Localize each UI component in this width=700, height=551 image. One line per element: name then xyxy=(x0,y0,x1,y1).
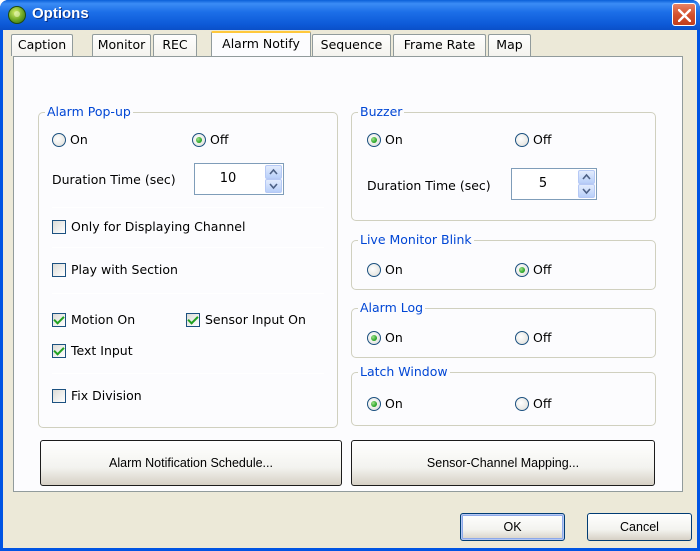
divider xyxy=(52,293,324,294)
tab-caption[interactable]: Caption xyxy=(11,34,73,56)
alarm-popup-title: Alarm Pop-up xyxy=(45,104,133,120)
buzzer-title: Buzzer xyxy=(358,104,405,120)
tab-alarm-notify[interactable]: Alarm Notify xyxy=(211,31,311,56)
tab-monitor[interactable]: Monitor xyxy=(92,34,151,56)
radio-selected-icon xyxy=(367,133,381,147)
checkbox-label: Play with Section xyxy=(71,262,178,277)
spin-up-icon[interactable] xyxy=(578,170,595,184)
radio-selected-icon xyxy=(367,331,381,345)
checkbox-label: Fix Division xyxy=(71,388,142,403)
close-button[interactable] xyxy=(672,3,696,26)
close-icon xyxy=(678,9,691,22)
tab-frame-rate[interactable]: Frame Rate xyxy=(393,34,486,56)
checkbox-label: Sensor Input On xyxy=(205,312,306,327)
title-bar: Options xyxy=(0,0,700,30)
radio-selected-icon xyxy=(192,133,206,147)
sensor-input-on-checkbox[interactable]: Sensor Input On xyxy=(186,311,306,329)
alarm-notification-schedule-button[interactable]: Alarm Notification Schedule... xyxy=(40,440,342,486)
alarm-log-on-radio[interactable]: On xyxy=(367,329,403,347)
checkbox-checked-icon xyxy=(186,313,200,327)
latch-window-off-radio[interactable]: Off xyxy=(515,395,551,413)
buzzer-group: Buzzer xyxy=(351,104,656,221)
alarm-popup-off-radio[interactable]: Off xyxy=(192,131,228,149)
play-with-section-checkbox[interactable]: Play with Section xyxy=(52,261,178,279)
cancel-button[interactable]: Cancel xyxy=(587,513,692,541)
live-monitor-blink-on-radio[interactable]: On xyxy=(367,261,403,279)
live-monitor-blink-off-radio[interactable]: Off xyxy=(515,261,551,279)
checkbox-label: Only for Displaying Channel xyxy=(71,219,246,234)
checkbox-icon xyxy=(52,389,66,403)
alarm-popup-duration-spinner[interactable]: 10 xyxy=(194,163,284,195)
radio-icon xyxy=(52,133,66,147)
checkbox-icon xyxy=(52,220,66,234)
radio-label: Off xyxy=(210,132,229,147)
radio-label: Off xyxy=(533,396,552,411)
spin-down-icon[interactable] xyxy=(578,184,595,198)
text-input-checkbox[interactable]: Text Input xyxy=(52,342,133,360)
spinner-value[interactable]: 10 xyxy=(195,164,261,194)
spinner-value[interactable]: 5 xyxy=(512,169,574,199)
radio-label: On xyxy=(385,396,403,411)
checkbox-label: Motion On xyxy=(71,312,136,327)
tab-map[interactable]: Map xyxy=(488,34,531,56)
radio-label: Off xyxy=(533,262,552,277)
fix-division-checkbox[interactable]: Fix Division xyxy=(52,387,142,405)
alarm-log-off-radio[interactable]: Off xyxy=(515,329,551,347)
alarm-log-title: Alarm Log xyxy=(358,300,426,316)
checkbox-label: Text Input xyxy=(71,343,133,358)
ok-button[interactable]: OK xyxy=(460,513,565,541)
alarm-popup-duration-label: Duration Time (sec) xyxy=(52,172,176,187)
buzzer-off-radio[interactable]: Off xyxy=(515,131,551,149)
buzzer-duration-label: Duration Time (sec) xyxy=(367,178,491,193)
only-displaying-channel-checkbox[interactable]: Only for Displaying Channel xyxy=(52,218,245,236)
divider xyxy=(52,373,324,374)
radio-icon xyxy=(515,397,529,411)
radio-label: On xyxy=(385,330,403,345)
motion-on-checkbox[interactable]: Motion On xyxy=(52,311,135,329)
app-globe-icon xyxy=(8,6,26,24)
tab-sequence[interactable]: Sequence xyxy=(312,34,391,56)
radio-icon xyxy=(367,263,381,277)
latch-window-on-radio[interactable]: On xyxy=(367,395,403,413)
tab-rec[interactable]: REC xyxy=(153,34,197,56)
radio-icon xyxy=(515,133,529,147)
window-title: Options xyxy=(32,5,89,22)
buzzer-duration-spinner[interactable]: 5 xyxy=(511,168,597,200)
buzzer-on-radio[interactable]: On xyxy=(367,131,403,149)
radio-icon xyxy=(515,331,529,345)
radio-label: On xyxy=(385,262,403,277)
spin-down-icon[interactable] xyxy=(265,179,282,193)
radio-label: On xyxy=(70,132,88,147)
alarm-popup-on-radio[interactable]: On xyxy=(52,131,88,149)
latch-window-title: Latch Window xyxy=(358,364,450,380)
sensor-channel-mapping-button[interactable]: Sensor-Channel Mapping... xyxy=(351,440,655,486)
checkbox-checked-icon xyxy=(52,313,66,327)
divider xyxy=(52,207,324,208)
radio-selected-icon xyxy=(367,397,381,411)
radio-label: Off xyxy=(533,132,552,147)
live-monitor-blink-title: Live Monitor Blink xyxy=(358,232,474,248)
divider xyxy=(52,247,324,248)
options-window: Options Caption Monitor REC Alarm Notify… xyxy=(0,0,700,551)
radio-label: On xyxy=(385,132,403,147)
radio-label: Off xyxy=(533,330,552,345)
checkbox-checked-icon xyxy=(52,344,66,358)
spin-up-icon[interactable] xyxy=(265,165,282,179)
checkbox-icon xyxy=(52,263,66,277)
radio-selected-icon xyxy=(515,263,529,277)
